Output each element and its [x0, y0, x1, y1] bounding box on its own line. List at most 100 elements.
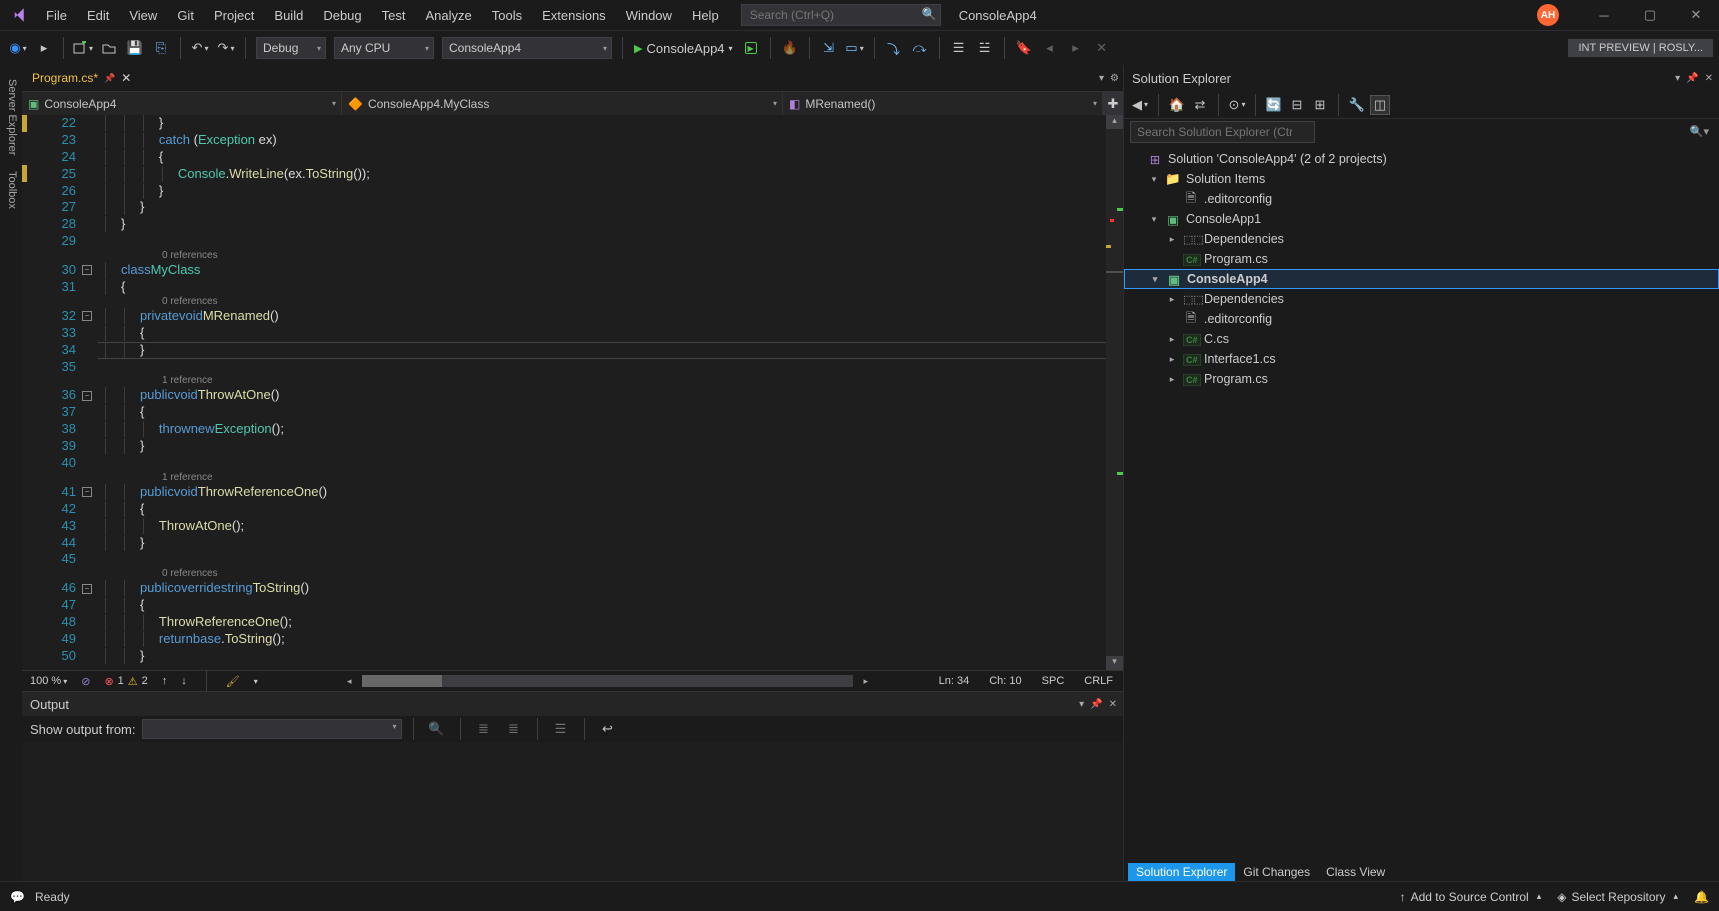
platform-select[interactable]: Any CPU [334, 37, 434, 59]
comment-button[interactable]: ☰ [949, 38, 969, 58]
menu-extensions[interactable]: Extensions [532, 4, 616, 27]
code-line[interactable] [102, 359, 1106, 376]
browser-link-button[interactable]: ⇲ [819, 38, 839, 58]
menu-git[interactable]: Git [167, 4, 204, 27]
code-line[interactable]: │ │ { [102, 597, 1106, 614]
step-over-button[interactable]: ⤼ [910, 38, 930, 58]
col-indicator[interactable]: Ch: 10 [989, 675, 1021, 687]
code-line[interactable]: │ │ │ ThrowReferenceOne(); [102, 614, 1106, 631]
open-file-button[interactable] [99, 38, 119, 58]
se-back-button[interactable]: ◀ [1130, 95, 1150, 115]
vertical-scrollbar[interactable]: ▴ ▾ [1106, 115, 1123, 670]
new-project-button[interactable] [73, 38, 93, 58]
se-show-all-button[interactable]: ⊞ [1310, 95, 1330, 115]
code-line[interactable]: │ │ │ ThrowAtOne(); [102, 518, 1106, 535]
solution-tree[interactable]: ⊞Solution 'ConsoleApp4' (2 of 2 projects… [1124, 145, 1719, 859]
error-count[interactable]: 1 [118, 675, 124, 687]
code-line[interactable]: │ │ public void ThrowReferenceOne() [102, 484, 1106, 501]
line-indicator[interactable]: Ln: 34 [939, 675, 970, 687]
se-collapse-button[interactable]: ⊟ [1287, 95, 1307, 115]
codelens[interactable]: 0 references [102, 568, 1106, 580]
clear-bookmarks[interactable]: ✕ [1092, 38, 1112, 58]
tree-node[interactable]: ▾▣ConsoleApp1 [1124, 209, 1719, 229]
lineending-indicator[interactable]: CRLF [1084, 675, 1113, 687]
menu-project[interactable]: Project [204, 4, 264, 27]
scroll-down-button[interactable]: ▾ [1106, 656, 1123, 670]
code-line[interactable]: │ │ } [102, 342, 1106, 359]
nav-type-select[interactable]: 🔶 ConsoleApp4.MyClass [342, 92, 783, 115]
code-line[interactable]: │ │ │ } [102, 115, 1106, 132]
pin-tab-icon[interactable]: 📌 [104, 73, 115, 84]
server-explorer-tab[interactable]: Server Explorer [2, 71, 20, 163]
code-line[interactable]: │ │ } [102, 199, 1106, 216]
configuration-select[interactable]: Debug [256, 37, 326, 59]
output-source-select[interactable] [142, 719, 402, 739]
notifications-icon[interactable]: 🔔 [1694, 890, 1709, 904]
codelens[interactable]: 0 references [102, 296, 1106, 308]
bookmark-button[interactable]: 🔖 [1014, 38, 1034, 58]
tab-git-changes[interactable]: Git Changes [1235, 863, 1318, 881]
code-line[interactable]: │ │ │ return base.ToString(); [102, 631, 1106, 648]
minimize-button[interactable]: ─ [1581, 0, 1627, 30]
indent-indicator[interactable]: SPC [1042, 675, 1065, 687]
codelens[interactable]: 0 references [102, 250, 1106, 262]
fold-toggle[interactable]: − [82, 265, 92, 275]
solution-search-input[interactable] [1130, 121, 1315, 143]
code-line[interactable]: │ │ │ throw new Exception(); [102, 421, 1106, 438]
menu-window[interactable]: Window [616, 4, 682, 27]
code-line[interactable]: │ │ } [102, 535, 1106, 552]
codelens[interactable]: 1 reference [102, 375, 1106, 387]
account-avatar[interactable]: AH [1537, 4, 1559, 26]
tab-settings-icon[interactable]: ⚙ [1110, 73, 1119, 84]
back-history-button[interactable]: ◉ [8, 38, 28, 58]
code-line[interactable] [102, 455, 1106, 472]
panel-close-icon[interactable]: ✕ [1705, 73, 1713, 84]
code-line[interactable]: │ │ { [102, 325, 1106, 342]
code-text-area[interactable]: │ │ │ }│ │ │ catch (Exception ex)│ │ │ {… [98, 115, 1106, 670]
scroll-up-button[interactable]: ▴ [1106, 115, 1123, 129]
fold-toggle[interactable]: − [82, 487, 92, 497]
fold-toggle[interactable]: − [82, 584, 92, 594]
code-line[interactable]: │ class MyClass [102, 262, 1106, 279]
expand-arrow-icon[interactable]: ▾ [1148, 174, 1160, 185]
undo-button[interactable]: ↶ [190, 38, 210, 58]
solution-root-node[interactable]: ⊞Solution 'ConsoleApp4' (2 of 2 projects… [1124, 149, 1719, 169]
code-line[interactable]: │ │ │ catch (Exception ex) [102, 132, 1106, 149]
close-tab-icon[interactable]: ✕ [121, 71, 131, 85]
code-line[interactable] [102, 551, 1106, 568]
tab-class-view[interactable]: Class View [1318, 863, 1393, 881]
nav-bookmark-next[interactable]: ▸ [1066, 38, 1086, 58]
horizontal-scrollbar[interactable] [362, 675, 853, 687]
preview-badge[interactable]: INT PREVIEW | ROSLY... [1568, 39, 1713, 57]
output-wrap-button[interactable]: ↩ [598, 719, 618, 739]
output-dropdown-icon[interactable]: ▾ [1079, 699, 1084, 710]
nav-member-select[interactable]: ◧ MRenamed() [783, 92, 1103, 115]
se-preview-button[interactable]: ◫ [1370, 95, 1390, 115]
menu-help[interactable]: Help [682, 4, 729, 27]
menu-analyze[interactable]: Analyze [415, 4, 481, 27]
menu-view[interactable]: View [119, 4, 167, 27]
fold-toggle[interactable]: − [82, 311, 92, 321]
scrollbar-overview[interactable] [1106, 129, 1123, 656]
code-editor[interactable]: ⬚↑ −−−−− 2223242526272829303132333435363… [22, 115, 1123, 670]
tree-node[interactable]: ▸C#Program.cs [1124, 369, 1719, 389]
code-line[interactable]: │ │ { [102, 501, 1106, 518]
publish-button[interactable]: ▭ [845, 38, 865, 58]
hscroll-left-button[interactable]: ◂ [347, 676, 352, 687]
expand-arrow-icon[interactable]: ▸ [1166, 354, 1178, 365]
code-line[interactable] [102, 233, 1106, 250]
tree-node[interactable]: ▸⬚⬚Dependencies [1124, 289, 1719, 309]
code-line[interactable]: │ │ │ } [102, 183, 1106, 200]
menu-edit[interactable]: Edit [77, 4, 119, 27]
close-button[interactable]: ✕ [1673, 0, 1719, 30]
document-tab-active[interactable]: Program.cs* 📌 ✕ [22, 65, 137, 91]
code-line[interactable]: │ │ │ { [102, 149, 1106, 166]
panel-pin-icon[interactable]: 📌 [1686, 73, 1698, 84]
split-editor-button[interactable]: ✚ [1103, 92, 1123, 115]
code-line[interactable]: │ { [102, 279, 1106, 296]
no-issues-icon[interactable]: ⊘ [81, 675, 90, 688]
toolbox-tab[interactable]: Toolbox [2, 163, 20, 217]
save-button[interactable]: 💾 [125, 38, 145, 58]
nav-next-issue[interactable]: ↓ [181, 675, 187, 687]
start-nodebug-button[interactable]: ▶ [741, 38, 761, 58]
